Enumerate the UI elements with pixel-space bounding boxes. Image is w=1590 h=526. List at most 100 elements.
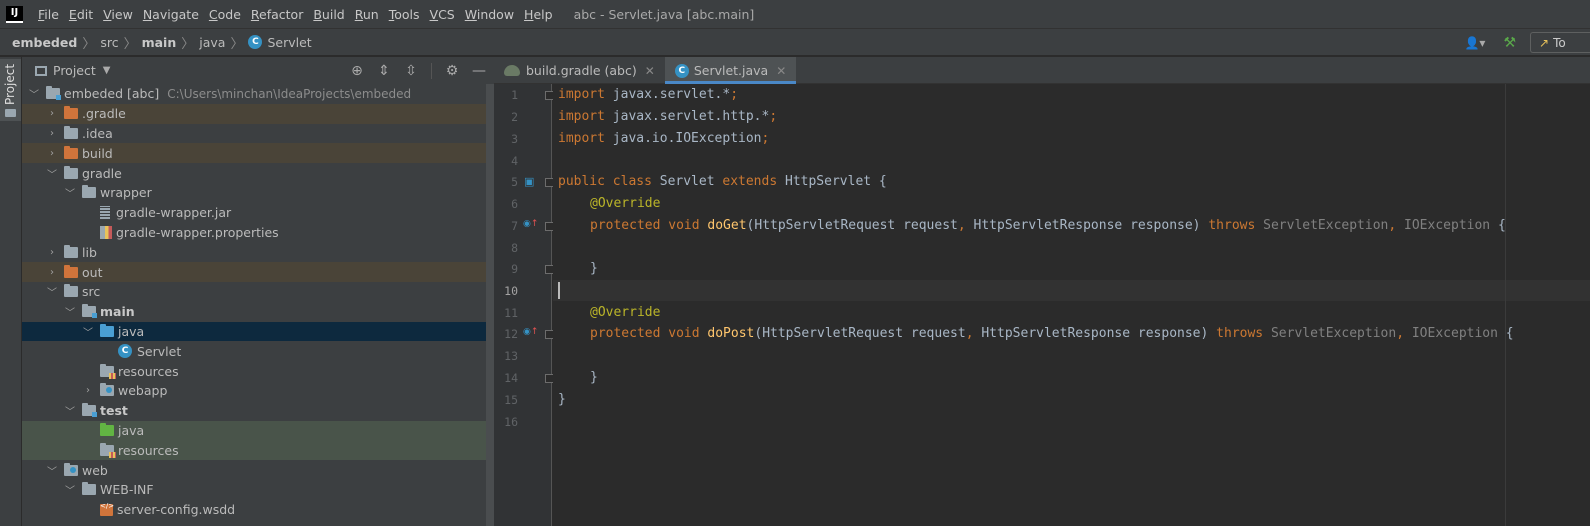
menu-run[interactable]: Run — [350, 0, 384, 29]
locate-icon[interactable]: ⊕ — [350, 63, 364, 79]
line-number: 2 — [511, 110, 518, 124]
servlet-mapping-icon[interactable]: ▣ — [524, 175, 534, 188]
test-source-folder-icon — [100, 422, 114, 436]
run-configuration-selector[interactable]: ↗ To — [1530, 32, 1590, 53]
menu-file[interactable]: File — [33, 0, 64, 29]
project-view-icon — [35, 65, 47, 76]
hammer-icon[interactable]: ⚒ — [1503, 35, 1516, 51]
tab-label: build.gradle (abc) — [526, 63, 637, 78]
tree-item-embeded[interactable]: ﹀ embeded [abc] C:\Users\minchan\IdeaPro… — [22, 84, 494, 104]
tree-item-out[interactable]: › out — [22, 262, 494, 282]
tab-build-gradle[interactable]: build.gradle (abc) ✕ — [494, 57, 665, 84]
chevron-down-icon[interactable]: ﹀ — [46, 463, 58, 478]
code-line-5: public class Servlet extends HttpServlet… — [558, 174, 887, 189]
menu-build[interactable]: Build — [308, 0, 349, 29]
breadcrumb-java[interactable]: java — [199, 35, 225, 50]
tree-item-build[interactable]: › build — [22, 143, 494, 164]
chevron-right-icon[interactable]: › — [82, 385, 94, 396]
text-caret — [558, 282, 560, 299]
folder-icon — [82, 185, 96, 199]
menu-code[interactable]: Code — [204, 0, 246, 29]
tree-item-wrapper[interactable]: ﹀ wrapper — [22, 183, 494, 203]
menu-view[interactable]: View — [98, 0, 138, 29]
chevron-right-icon[interactable]: › — [46, 267, 58, 278]
chevron-down-icon[interactable]: ﹀ — [46, 284, 58, 299]
line-number: 10 — [504, 284, 518, 298]
project-panel-header: Project ▼ ⊕ ⇕ ⇳ ⚙ — — [22, 57, 494, 84]
chevron-right-icon: 〉 — [230, 36, 244, 52]
breadcrumb-servlet[interactable]: C Servlet — [248, 34, 312, 50]
tree-item-gradle-hidden[interactable]: › .gradle — [22, 103, 494, 124]
tree-item-main-java[interactable]: ﹀ java — [22, 321, 494, 342]
tab-servlet-java[interactable]: C Servlet.java ✕ — [664, 57, 797, 84]
tree-item-main[interactable]: ﹀ main — [22, 302, 494, 322]
chevron-right-icon[interactable]: › — [46, 108, 58, 119]
chevron-down-icon[interactable]: ﹀ — [64, 403, 76, 418]
tree-item-label: gradle-wrapper.properties — [116, 224, 279, 240]
menu-tools[interactable]: Tools — [384, 0, 425, 29]
tree-item-label: WEB-INF — [100, 482, 154, 498]
tree-item-server-config[interactable]: server-config.wsdd — [22, 500, 494, 520]
menu-vcs[interactable]: VCS — [425, 0, 460, 29]
chevron-right-icon[interactable]: › — [46, 128, 58, 139]
chevron-right-icon[interactable]: › — [46, 148, 58, 159]
minimize-icon[interactable]: — — [472, 63, 486, 79]
chevron-down-icon[interactable]: ﹀ — [64, 482, 76, 497]
chevron-right-icon[interactable]: › — [46, 247, 58, 258]
tree-item-idea[interactable]: › .idea — [22, 124, 494, 144]
folder-icon — [5, 109, 16, 117]
tree-item-test-java[interactable]: java — [22, 420, 494, 441]
tree-item-label: wrapper — [100, 185, 152, 201]
breadcrumb-servlet-label: Servlet — [267, 34, 312, 50]
menu-navigate[interactable]: Navigate — [138, 0, 204, 29]
project-tool-window-tab[interactable]: Project — [0, 59, 21, 121]
chevron-down-icon[interactable]: ﹀ — [46, 166, 58, 181]
chevron-down-icon[interactable]: ﹀ — [64, 185, 76, 200]
tree-item-test[interactable]: ﹀ test — [22, 401, 494, 421]
right-margin-guide — [1505, 84, 1506, 526]
tree-item-web[interactable]: ﹀ web — [22, 460, 494, 480]
tree-item-label: src — [82, 284, 101, 300]
user-icon[interactable]: 👤▾ — [1464, 36, 1485, 50]
tree-item-gradle-wrapper-properties[interactable]: gradle-wrapper.properties — [22, 223, 494, 243]
editor-gutter: 1 2 3 4 5 6 7 8 9 10 11 12 13 14 15 16 ▣… — [494, 84, 554, 526]
gradle-icon — [504, 65, 520, 76]
tree-item-webapp[interactable]: › webapp — [22, 381, 494, 401]
menu-help[interactable]: Help — [519, 0, 558, 29]
tree-item-test-resources[interactable]: resources — [22, 440, 494, 461]
tree-item-servlet[interactable]: C Servlet — [22, 341, 494, 361]
tree-item-gradle[interactable]: ﹀ gradle — [22, 163, 494, 183]
web-folder-icon — [100, 383, 114, 397]
close-icon[interactable]: ✕ — [645, 64, 655, 78]
tree-item-web-inf[interactable]: ﹀ WEB-INF — [22, 480, 494, 500]
override-method-icon[interactable]: ◉↑ — [523, 327, 538, 337]
tree-item-lib[interactable]: › lib — [22, 242, 494, 262]
chevron-down-icon[interactable]: ﹀ — [64, 304, 76, 319]
code-editor[interactable]: import javax.servlet.*; import javax.ser… — [553, 84, 1590, 526]
chevron-down-icon[interactable]: ﹀ — [28, 86, 40, 101]
tree-item-label: gradle — [82, 165, 122, 181]
menu-window[interactable]: Window — [460, 0, 519, 29]
project-panel-scrollbar[interactable] — [486, 84, 494, 526]
menu-refactor[interactable]: Refactor — [246, 0, 308, 29]
chevron-down-icon[interactable]: ﹀ — [82, 324, 94, 339]
collapse-all-icon[interactable]: ⇳ — [404, 63, 418, 79]
override-method-icon[interactable]: ◉↑ — [523, 219, 538, 229]
close-icon[interactable]: ✕ — [776, 64, 786, 78]
breadcrumb-src[interactable]: src — [100, 35, 118, 50]
expand-all-icon[interactable]: ⇕ — [377, 63, 391, 79]
project-panel-title[interactable]: Project — [53, 63, 96, 78]
breadcrumb-main[interactable]: main — [142, 35, 177, 50]
menu-edit[interactable]: Edit — [64, 0, 98, 29]
tree-item-gradle-wrapper-jar[interactable]: gradle-wrapper.jar — [22, 203, 494, 223]
breadcrumb-embeded[interactable]: embeded — [12, 35, 77, 50]
tree-item-label: test — [100, 403, 128, 419]
chevron-down-icon[interactable]: ▼ — [103, 65, 111, 76]
tree-item-main-resources[interactable]: resources — [22, 361, 494, 381]
web-folder-icon — [64, 462, 78, 476]
tree-item-label: java — [118, 422, 145, 438]
tree-item-label: .gradle — [82, 106, 126, 122]
line-number: 12 — [504, 327, 518, 341]
tree-item-src[interactable]: ﹀ src — [22, 282, 494, 302]
gear-icon[interactable]: ⚙ — [445, 63, 459, 79]
